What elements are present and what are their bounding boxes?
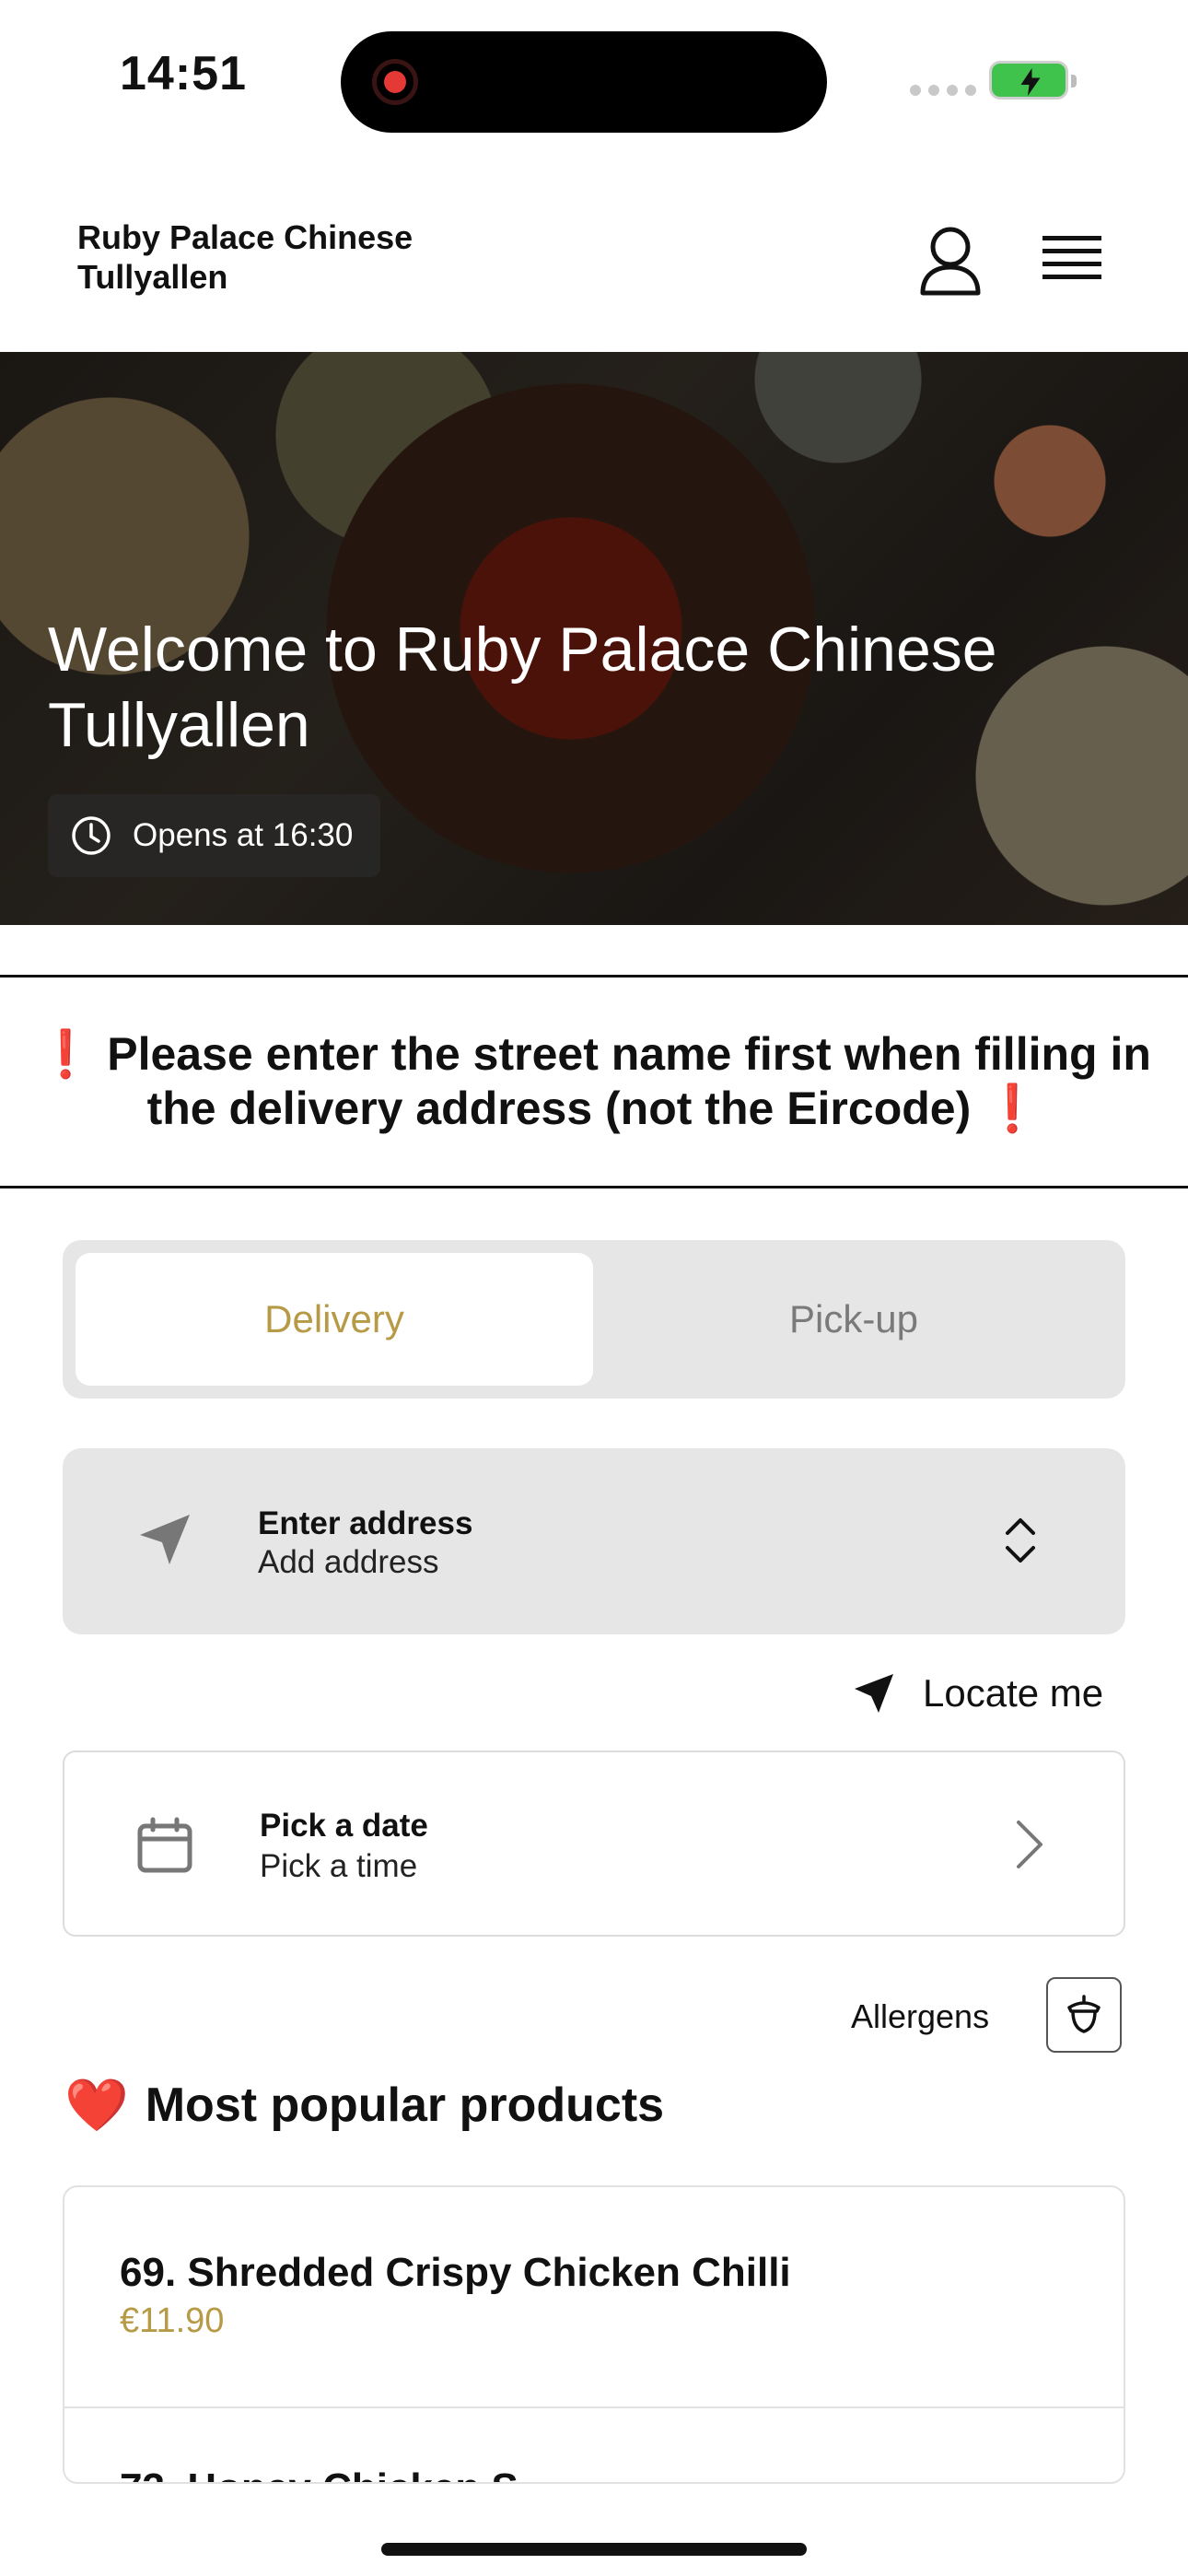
screen-recording-icon <box>372 59 418 105</box>
cellular-signal-icon <box>910 85 976 96</box>
product-name: 69. Shredded Crispy Chicken Chilli <box>120 2250 791 2295</box>
chevron-right-icon <box>1017 1821 1042 1868</box>
tab-pickup[interactable]: Pick-up <box>595 1253 1112 1386</box>
clock-icon <box>72 816 111 855</box>
allergens-button[interactable] <box>1046 1977 1122 2053</box>
allergens-label: Allergens <box>851 1997 990 2035</box>
popular-section-title: ❤️ Most popular products <box>64 2075 664 2136</box>
product-item[interactable]: 69. Shredded Crispy Chicken Chilli €11.9… <box>64 2187 1124 2408</box>
exclamation-icon: ❗ <box>984 1083 1042 1134</box>
time-subtitle: Pick a time <box>260 1848 418 1884</box>
account-button[interactable] <box>917 225 984 299</box>
restaurant-brand[interactable]: Ruby Palace Chinese Tullyallen <box>77 217 464 297</box>
product-item[interactable]: 73. Honey Chicken S <box>64 2408 1124 2482</box>
status-bar: 14:51 <box>0 0 1188 157</box>
battery-charging-icon <box>989 61 1077 100</box>
site-header: Ruby Palace Chinese Tullyallen <box>0 184 1188 350</box>
hero-title: Welcome to Ruby Palace Chinese Tullyalle… <box>48 615 997 760</box>
exclamation-icon: ❗ <box>37 1028 95 1080</box>
location-arrow-icon <box>855 1674 893 1713</box>
order-mode-toggle: Delivery Pick-up <box>63 1240 1125 1399</box>
delivery-notice-text: ❗ Please enter the street name first whe… <box>9 1027 1179 1136</box>
address-subtitle: Add address <box>258 1544 439 1580</box>
popular-title-text: Most popular products <box>145 2078 665 2132</box>
address-title: Enter address <box>258 1505 473 1541</box>
calendar-icon <box>137 1817 192 1873</box>
heart-icon: ❤️ <box>64 2076 129 2134</box>
home-indicator[interactable] <box>381 2543 807 2556</box>
address-selector[interactable]: Enter address Add address <box>63 1448 1125 1634</box>
hero-banner: Welcome to Ruby Palace Chinese Tullyalle… <box>0 352 1188 925</box>
dynamic-island <box>341 31 827 133</box>
opening-hours-text: Opens at 16:30 <box>133 817 354 853</box>
navigation-arrow-icon <box>140 1515 190 1564</box>
acorn-icon <box>1067 1995 1101 2033</box>
delivery-notice: ❗ Please enter the street name first whe… <box>0 975 1188 1188</box>
product-name: 73. Honey Chicken S <box>120 2465 518 2482</box>
product-price: €11.90 <box>120 2301 225 2340</box>
opening-hours-chip: Opens at 16:30 <box>48 794 381 877</box>
status-time: 14:51 <box>120 47 247 100</box>
popular-product-list: 69. Shredded Crispy Chicken Chilli €11.9… <box>63 2185 1125 2484</box>
hamburger-menu-icon <box>1042 236 1101 279</box>
date-title: Pick a date <box>260 1808 428 1844</box>
chevron-up-down-icon <box>1006 1518 1035 1563</box>
tab-delivery[interactable]: Delivery <box>76 1253 593 1386</box>
locate-me-button[interactable]: Locate me <box>853 1666 1103 1721</box>
person-icon <box>920 227 981 296</box>
date-time-picker[interactable]: Pick a date Pick a time <box>63 1751 1125 1937</box>
locate-me-label: Locate me <box>923 1671 1104 1715</box>
menu-button[interactable] <box>1041 230 1103 286</box>
